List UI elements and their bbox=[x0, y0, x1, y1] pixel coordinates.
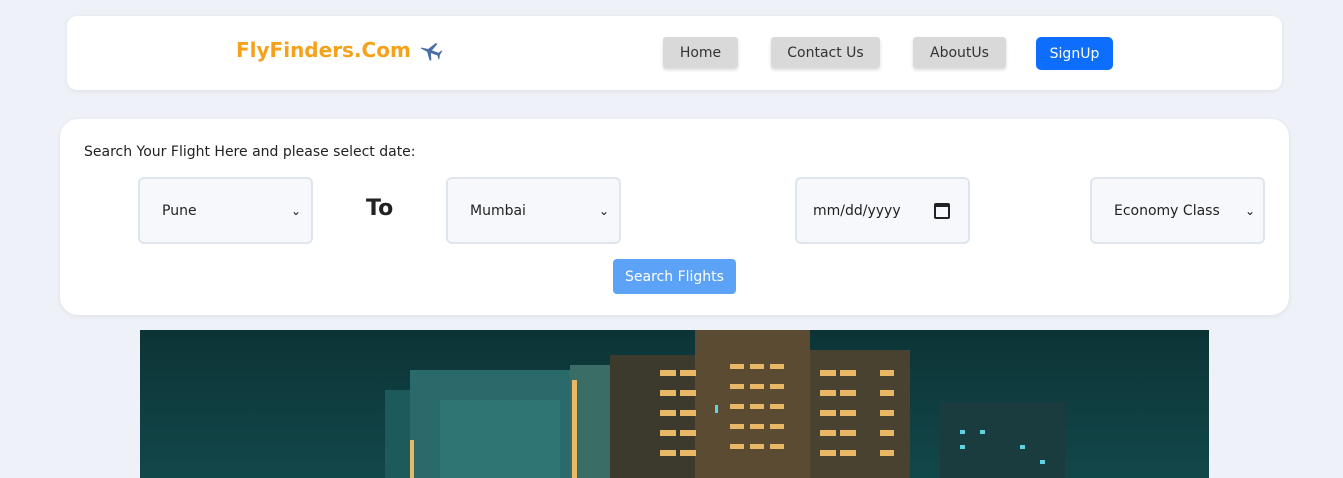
chevron-down-icon: ⌄ bbox=[1244, 203, 1255, 218]
signup-button[interactable]: SignUp bbox=[1036, 37, 1113, 70]
origin-value: Pune bbox=[162, 202, 197, 219]
class-value: Economy Class bbox=[1114, 202, 1220, 219]
calendar-icon[interactable] bbox=[934, 202, 950, 219]
airplane-icon bbox=[419, 38, 443, 62]
chevron-down-icon: ⌄ bbox=[598, 203, 609, 218]
chevron-down-icon: ⌄ bbox=[290, 203, 301, 218]
date-input[interactable]: mm/dd/yyyy bbox=[795, 177, 970, 244]
search-prompt: Search Your Flight Here and please selec… bbox=[84, 144, 416, 160]
brand-name: FlyFinders.Com bbox=[236, 38, 411, 62]
navbar: FlyFinders.Com Home Contact Us AboutUs S… bbox=[67, 16, 1282, 90]
date-placeholder: mm/dd/yyyy bbox=[813, 202, 901, 219]
search-flights-button[interactable]: Search Flights bbox=[613, 259, 736, 294]
nav-contact-button[interactable]: Contact Us bbox=[771, 37, 880, 68]
flight-search-panel: Search Your Flight Here and please selec… bbox=[60, 119, 1289, 315]
destination-value: Mumbai bbox=[470, 202, 526, 219]
class-select[interactable]: Economy Class ⌄ bbox=[1090, 177, 1265, 244]
hero-image bbox=[140, 330, 1209, 478]
city-night-image bbox=[140, 330, 1209, 478]
nav-about-button[interactable]: AboutUs bbox=[913, 37, 1006, 68]
brand-logo[interactable]: FlyFinders.Com bbox=[236, 38, 443, 62]
to-label: To bbox=[366, 196, 394, 221]
nav-home-button[interactable]: Home bbox=[663, 37, 738, 68]
destination-select[interactable]: Mumbai ⌄ bbox=[446, 177, 621, 244]
origin-select[interactable]: Pune ⌄ bbox=[138, 177, 313, 244]
